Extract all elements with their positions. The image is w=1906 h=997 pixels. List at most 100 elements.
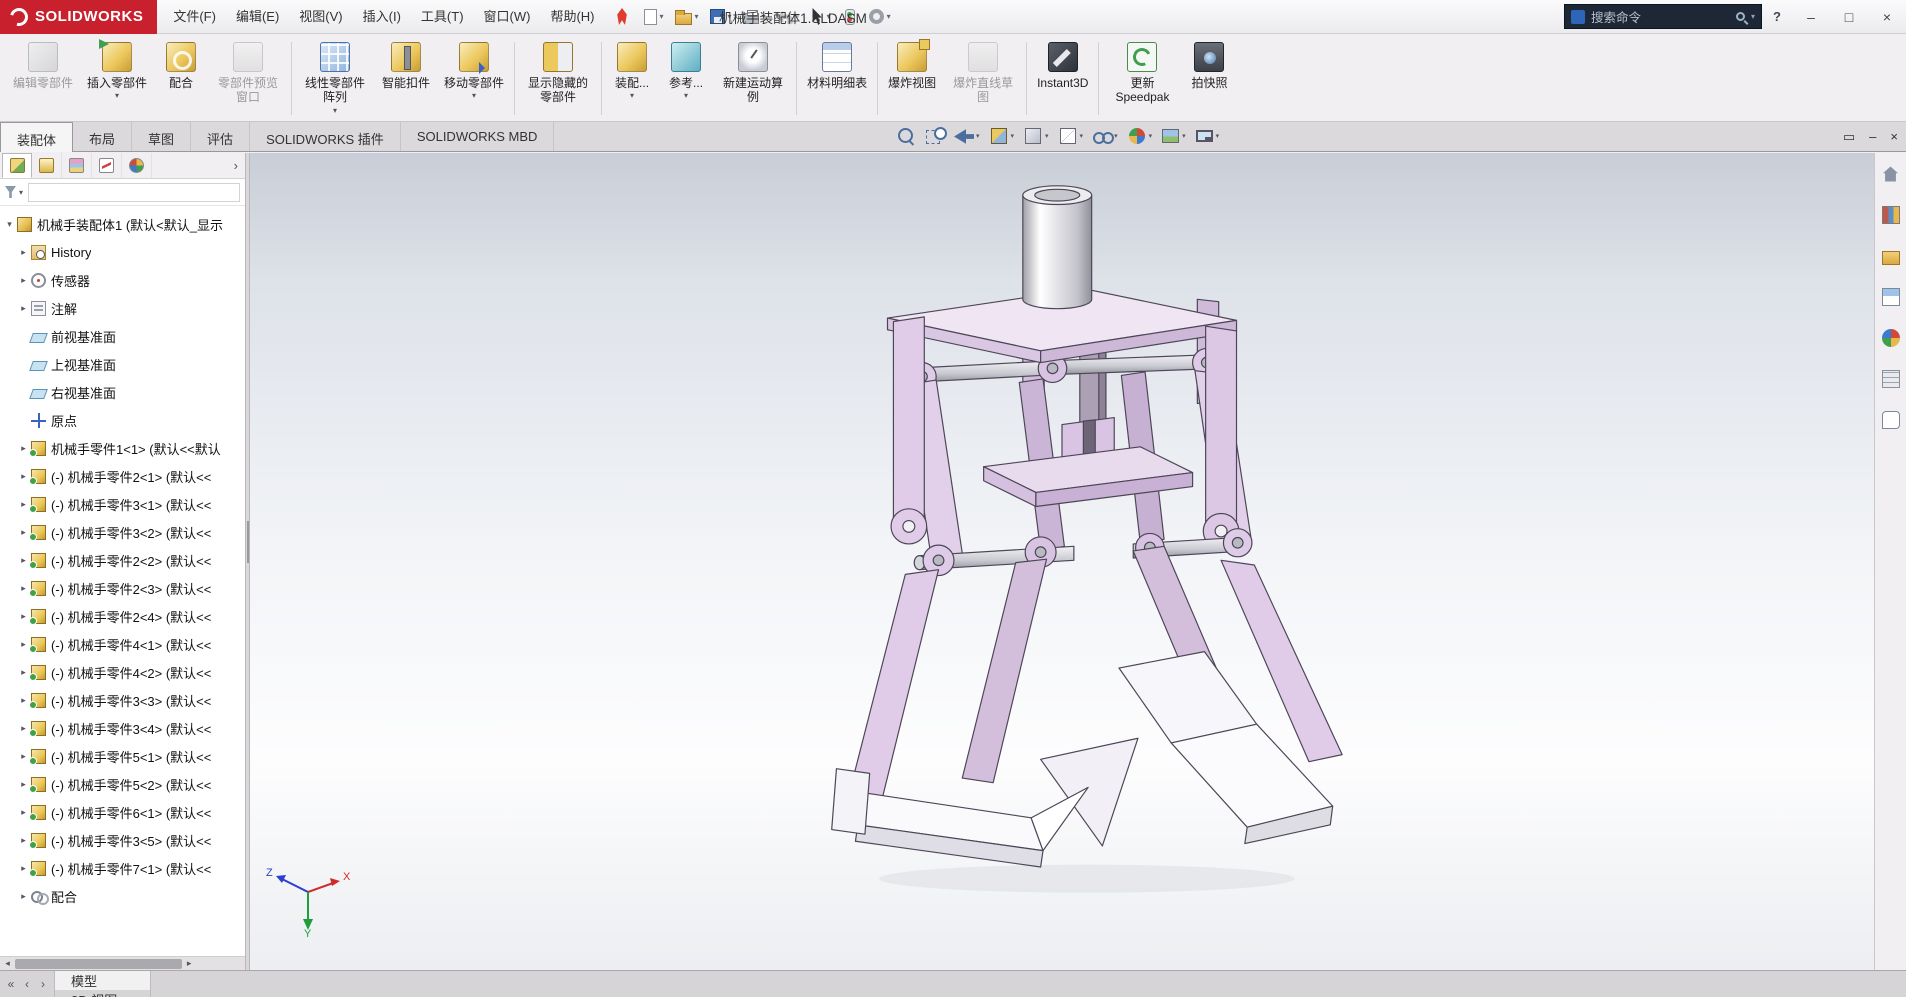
- ribbon-tab-6[interactable]: SOLIDWORKS MBD: [401, 122, 555, 151]
- graphics-area[interactable]: Z X Y: [250, 153, 1874, 970]
- ribbon-button-motion-study[interactable]: 新建运动算例: [713, 37, 793, 120]
- expand-arrow-icon[interactable]: ▸: [17, 891, 30, 902]
- tree-item[interactable]: 右视基准面: [0, 378, 245, 406]
- rebuild-button[interactable]: [838, 6, 862, 28]
- tree-item[interactable]: ▸(-) 机械手零件4<1> (默认<<: [0, 630, 245, 658]
- tree-item[interactable]: ▸(-) 机械手零件2<1> (默认<<: [0, 462, 245, 490]
- ribbon-button-reference-geometry[interactable]: 参考...▾: [659, 37, 713, 120]
- panel-flyout-chevron-icon[interactable]: ›: [227, 158, 245, 173]
- taskpane-solidworks-resources-button[interactable]: [1878, 161, 1904, 187]
- tree-item[interactable]: ▸(-) 机械手零件5<2> (默认<<: [0, 770, 245, 798]
- ribbon-button-mate[interactable]: 配合: [154, 37, 208, 120]
- tree-item[interactable]: ▸(-) 机械手零件3<3> (默认<<: [0, 686, 245, 714]
- expand-arrow-icon[interactable]: ▸: [17, 247, 30, 258]
- filter-input[interactable]: [28, 183, 240, 202]
- tree-item[interactable]: ▸机械手零件1<1> (默认<<默认: [0, 434, 245, 462]
- taskpane-forum-button[interactable]: [1878, 407, 1904, 433]
- options-button[interactable]: ▾: [865, 6, 895, 27]
- tree-item[interactable]: ▸传感器: [0, 266, 245, 294]
- search-scope-icon[interactable]: [1571, 10, 1585, 24]
- panel-tab-displaymanager[interactable]: [122, 153, 152, 178]
- tree-item[interactable]: ▸(-) 机械手零件3<1> (默认<<: [0, 490, 245, 518]
- ribbon-button-show-hidden[interactable]: 显示隐藏的零部件: [518, 37, 598, 120]
- bottom-tab-2[interactable]: 3D 视图: [55, 990, 151, 997]
- ribbon-button-bill-of-materials[interactable]: 材料明细表: [800, 37, 874, 120]
- tree-item[interactable]: ▸(-) 机械手零件4<2> (默认<<: [0, 658, 245, 686]
- search-input[interactable]: 搜索命令: [1591, 7, 1730, 26]
- ribbon-tab-4[interactable]: 评估: [191, 122, 250, 151]
- tree-item[interactable]: ▸(-) 机械手零件2<2> (默认<<: [0, 546, 245, 574]
- bottom-tab-1[interactable]: 模型: [55, 971, 151, 990]
- previous-view-button[interactable]: ▾: [952, 127, 982, 146]
- tree-item[interactable]: ▸(-) 机械手零件3<4> (默认<<: [0, 714, 245, 742]
- new-document-button[interactable]: ▾: [640, 6, 668, 28]
- ribbon-button-move-component[interactable]: 移动零部件▾: [437, 37, 511, 120]
- tree-item[interactable]: ▸(-) 机械手零件5<1> (默认<<: [0, 742, 245, 770]
- taskpane-file-explorer-button[interactable]: [1878, 243, 1904, 269]
- filter-caret-icon[interactable]: ▾: [19, 188, 23, 197]
- bottom-nav-icon-1[interactable]: «: [3, 977, 19, 991]
- expand-arrow-icon[interactable]: ▸: [17, 303, 30, 314]
- bottom-nav-icon-2[interactable]: ‹: [19, 977, 35, 991]
- taskpane-appearances-scenes-button[interactable]: [1878, 325, 1904, 351]
- taskpane-design-library-button[interactable]: [1878, 202, 1904, 228]
- search-icon[interactable]: [1736, 12, 1745, 21]
- document-close-button[interactable]: ×: [1890, 128, 1898, 146]
- view-settings-button[interactable]: ▾: [1193, 127, 1222, 145]
- ribbon-button-assembly-features[interactable]: 装配...▾: [605, 37, 659, 120]
- print-button[interactable]: ▾: [739, 6, 770, 27]
- taskpane-custom-properties-button[interactable]: [1878, 366, 1904, 392]
- panel-tab-propertymanager[interactable]: [32, 153, 62, 178]
- close-button[interactable]: ×: [1868, 0, 1906, 33]
- ribbon-tab-2[interactable]: 布局: [73, 122, 132, 151]
- ribbon-tab-3[interactable]: 草图: [132, 122, 191, 151]
- scrollbar-thumb[interactable]: [15, 959, 182, 969]
- filter-funnel-icon[interactable]: [5, 186, 16, 198]
- document-minimize-button[interactable]: –: [1869, 128, 1876, 146]
- zoom-to-area-button[interactable]: [923, 125, 947, 147]
- menu-item-4[interactable]: 插入(I): [353, 0, 411, 33]
- panel-tab-dimxpertmanager[interactable]: [92, 153, 122, 178]
- section-view-button[interactable]: ▾: [987, 125, 1017, 147]
- ribbon-button-edit-component[interactable]: 编辑零部件: [6, 37, 80, 120]
- ribbon-button-linear-pattern[interactable]: 线性零部件阵列▾: [295, 37, 375, 120]
- zoom-to-fit-button[interactable]: [894, 125, 918, 147]
- menu-item-7[interactable]: 帮助(H): [540, 0, 604, 33]
- gripper-assembly-model[interactable]: [250, 153, 1874, 970]
- ribbon-button-update-speedpak[interactable]: 更新 Speedpak: [1102, 37, 1182, 120]
- tree-item[interactable]: ▸(-) 机械手零件2<3> (默认<<: [0, 574, 245, 602]
- ribbon-button-component-preview[interactable]: 零部件预览窗口: [208, 37, 288, 120]
- tree-item[interactable]: ▸(-) 机械手零件6<1> (默认<<: [0, 798, 245, 826]
- undo-button[interactable]: ▾: [773, 6, 804, 27]
- search-command-box[interactable]: 搜索命令 ▾: [1564, 4, 1762, 29]
- tree-item[interactable]: ▸History: [0, 238, 245, 266]
- tree-item[interactable]: ▸(-) 机械手零件7<1> (默认<<: [0, 854, 245, 882]
- tree-item[interactable]: ▸注解: [0, 294, 245, 322]
- menu-item-5[interactable]: 工具(T): [411, 0, 474, 33]
- ribbon-button-exploded-view[interactable]: 爆炸视图: [881, 37, 943, 120]
- view-orientation-button[interactable]: ▾: [1021, 125, 1051, 147]
- ribbon-tab-1[interactable]: 装配体: [0, 122, 73, 152]
- frame-leg-right[interactable]: [1206, 326, 1237, 530]
- panel-tab-featuremanager[interactable]: [2, 153, 32, 178]
- tree-item[interactable]: 上视基准面: [0, 350, 245, 378]
- tree-item[interactable]: ▸(-) 机械手零件3<2> (默认<<: [0, 518, 245, 546]
- tree-item[interactable]: ▸(-) 机械手零件3<5> (默认<<: [0, 826, 245, 854]
- tree-item[interactable]: 原点: [0, 406, 245, 434]
- menu-item-2[interactable]: 编辑(E): [226, 0, 289, 33]
- open-button[interactable]: ▾: [671, 6, 703, 28]
- expand-arrow-icon[interactable]: ▾: [3, 219, 16, 230]
- ribbon-button-smart-fasteners[interactable]: 智能扣件: [375, 37, 437, 120]
- frame-leg-left[interactable]: [893, 317, 924, 525]
- ribbon-button-instant3d[interactable]: Instant3D: [1030, 37, 1095, 120]
- panel-tab-configurationmanager[interactable]: [62, 153, 92, 178]
- document-restore-button[interactable]: ▭: [1843, 128, 1855, 146]
- bottom-nav-icon-3[interactable]: ›: [35, 977, 51, 991]
- gripper-model-group[interactable]: [832, 186, 1342, 893]
- menu-item-3[interactable]: 视图(V): [289, 0, 352, 33]
- expand-arrow-icon[interactable]: ▸: [17, 275, 30, 286]
- maximize-button[interactable]: □: [1830, 0, 1868, 33]
- ribbon-button-insert-component[interactable]: 插入零部件▾: [80, 37, 154, 120]
- edit-appearance-button[interactable]: ▾: [1125, 125, 1155, 147]
- scroll-left-icon[interactable]: ◂: [0, 958, 15, 969]
